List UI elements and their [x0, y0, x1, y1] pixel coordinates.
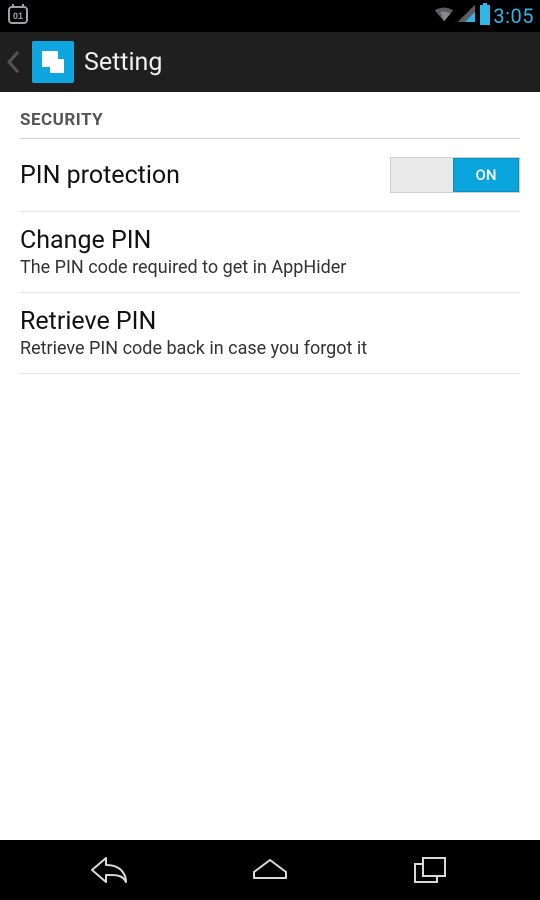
status-clock: 3:05: [493, 4, 534, 28]
calendar-icon: 01: [6, 2, 30, 30]
battery-icon: [479, 3, 491, 29]
nav-recent-button[interactable]: [400, 850, 460, 890]
status-system: 3:05: [433, 3, 534, 29]
settings-content: SECURITY PIN protection ON Change PIN Th…: [0, 92, 540, 840]
wifi-icon: [433, 3, 455, 29]
signal-icon: [457, 4, 477, 28]
row-retrieve-pin[interactable]: Retrieve PIN Retrieve PIN code back in c…: [0, 293, 540, 373]
page-title: Setting: [84, 48, 162, 77]
app-bar: Setting: [0, 32, 540, 92]
row-pin-protection[interactable]: PIN protection ON: [0, 139, 540, 211]
row-title-pin-protection: PIN protection: [20, 161, 180, 190]
status-bar: 01 3:05: [0, 0, 540, 32]
nav-bar: [0, 840, 540, 900]
back-chevron-icon[interactable]: [4, 48, 22, 76]
app-icon[interactable]: [32, 41, 74, 83]
divider: [20, 373, 520, 374]
status-notifications: 01: [6, 2, 30, 30]
svg-text:01: 01: [13, 11, 23, 21]
nav-home-button[interactable]: [240, 850, 300, 890]
nav-back-button[interactable]: [80, 850, 140, 890]
row-subtitle-change-pin: The PIN code required to get in AppHider: [20, 257, 520, 278]
toggle-handle-on: ON: [453, 158, 519, 192]
toggle-pin-protection[interactable]: ON: [390, 157, 520, 193]
row-subtitle-retrieve-pin: Retrieve PIN code back in case you forgo…: [20, 338, 520, 359]
row-change-pin[interactable]: Change PIN The PIN code required to get …: [0, 212, 540, 292]
row-title-retrieve-pin: Retrieve PIN: [20, 307, 520, 336]
section-header-security: SECURITY: [0, 92, 540, 138]
row-title-change-pin: Change PIN: [20, 226, 520, 255]
